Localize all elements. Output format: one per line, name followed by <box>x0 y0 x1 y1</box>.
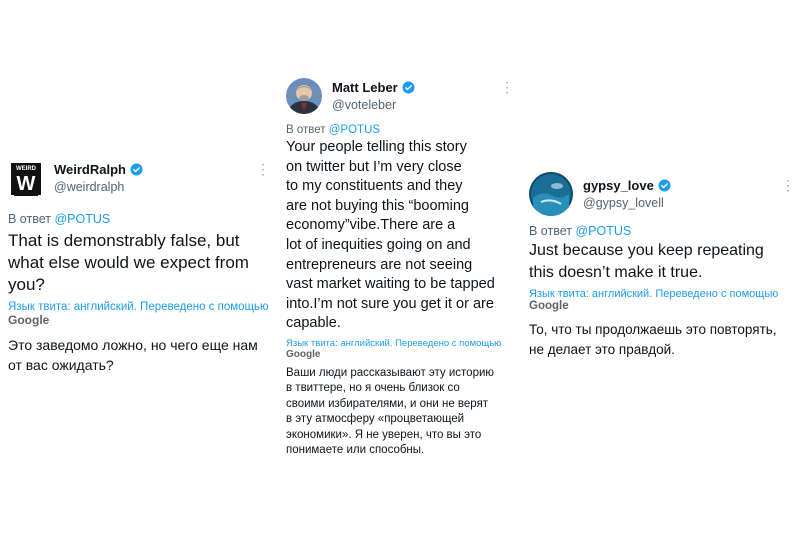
verified-badge-icon <box>130 163 143 176</box>
tweet-text: Your people telling this story on twitte… <box>286 138 514 334</box>
reply-context: В ответ @POTUS <box>529 224 795 238</box>
translation-line: экономики». Я не уверен, что вы это <box>286 428 482 441</box>
tweet-line: you? <box>8 275 45 294</box>
translation-line: не делает это правдой. <box>529 342 675 357</box>
verified-badge-icon <box>402 81 415 94</box>
tweet-line: That is demonstrably false, but <box>8 231 240 250</box>
tweet-line: entrepreneurs are not seeing <box>286 256 473 273</box>
translation-notice-label: Язык твита: английский. Переведено с пом… <box>8 301 269 313</box>
tweet-line: to my constituents and they <box>286 178 463 195</box>
reply-context: В ответ @POTUS <box>8 212 270 226</box>
avatar[interactable] <box>286 78 322 114</box>
translation-line: Это заведомо ложно, но чего еще нам <box>8 337 258 353</box>
tweet-header: gypsy_love @gypsy_lovell ⋮ <box>529 172 795 222</box>
tweet-header: WEIRD W WeirdRalph @weirdralph ⋮ <box>8 160 270 206</box>
reply-context: В ответ @POTUS <box>286 124 514 136</box>
tweet-line: capable. <box>286 315 341 332</box>
translation-notice[interactable]: Язык твита: английский. Переведено с пом… <box>529 288 795 300</box>
more-options-icon[interactable]: ⋮ <box>256 162 270 176</box>
author-names: WeirdRalph @weirdralph <box>54 162 143 194</box>
tweet-card-weirdralph: WEIRD W WeirdRalph @weirdralph ⋮ В ответ… <box>8 160 270 375</box>
tweet-line: vast market waiting to be tapped <box>286 276 495 293</box>
svg-text:WEIRD: WEIRD <box>16 166 37 172</box>
translation-line: понимаете или способны. <box>286 444 425 457</box>
translation-line: от вас ожидать? <box>8 357 114 373</box>
tweet-line: Just because you keep repeating <box>529 242 764 259</box>
translation-notice-label: Язык твита: английский. Переведено с пом… <box>286 337 502 349</box>
translation-line: в твиттере, но я очень близок со <box>286 382 460 395</box>
tweet-header: Matt Leber @voteleber ⋮ <box>286 78 514 124</box>
tweet-line: Your people telling this story <box>286 139 467 155</box>
profile-photo-icon <box>529 172 573 216</box>
profile-photo-icon <box>286 78 322 114</box>
author-handle[interactable]: @voteleber <box>332 98 415 112</box>
author-name[interactable]: Matt Leber <box>332 80 398 95</box>
reply-mention-link[interactable]: @POTUS <box>54 212 110 226</box>
reply-prefix: В ответ <box>8 212 51 226</box>
translation-notice[interactable]: Язык твита: английский. Переведено с пом… <box>8 301 270 313</box>
more-options-icon[interactable]: ⋮ <box>500 80 514 94</box>
tweet-line: this doesn’t make it true. <box>529 264 703 281</box>
google-logo: Google <box>286 348 321 360</box>
reply-mention-link[interactable]: @POTUS <box>329 124 380 136</box>
author-names: gypsy_love @gypsy_lovell <box>583 178 671 210</box>
translated-text: Ваши люди рассказывают эту историю в тви… <box>286 366 514 459</box>
reply-prefix: В ответ <box>286 124 326 136</box>
translation-line: То, что ты продолжаешь это повторять, <box>529 322 777 337</box>
weirdralph-logo-icon: WEIRD W <box>11 163 41 196</box>
tweet-line: are not buying this “booming <box>286 197 469 214</box>
translation-line: Ваши люди рассказывают эту историю <box>286 366 495 379</box>
google-logo: Google <box>8 313 50 327</box>
tweet-line: on twitter but I’m very close <box>286 158 462 175</box>
more-options-icon[interactable]: ⋮ <box>781 178 795 192</box>
google-logo: Google <box>529 300 569 312</box>
author-handle[interactable]: @gypsy_lovell <box>583 196 671 210</box>
tweet-text: That is demonstrably false, but what els… <box>8 230 270 296</box>
tweet-line: into.I’m not sure you get it or are <box>286 295 494 312</box>
reply-prefix: В ответ <box>529 224 572 238</box>
tweet-card-gypsylove: gypsy_love @gypsy_lovell ⋮ В ответ @POTU… <box>529 172 795 360</box>
author-names: Matt Leber @voteleber <box>332 80 415 112</box>
tweet-line: economy”vibe.There are a <box>286 217 456 234</box>
author-name[interactable]: WeirdRalph <box>54 162 126 177</box>
svg-text:W: W <box>17 173 36 195</box>
translated-text: Это заведомо ложно, но чего еще нам от в… <box>8 335 270 375</box>
author-handle[interactable]: @weirdralph <box>54 180 143 194</box>
translation-notice[interactable]: Язык твита: английский. Переведено с пом… <box>286 338 514 349</box>
tweet-card-mattleber: Matt Leber @voteleber ⋮ В ответ @POTUS Y… <box>286 78 514 459</box>
translated-text: То, что ты продолжаешь это повторять, не… <box>529 320 795 360</box>
tweet-text: Just because you keep repeating this doe… <box>529 240 795 284</box>
reply-mention-link[interactable]: @POTUS <box>575 224 631 238</box>
tweet-line: lot of inequities going on and <box>286 236 471 253</box>
author-name[interactable]: gypsy_love <box>583 178 654 193</box>
translation-line: своими избирателями, и они не верят <box>286 397 489 410</box>
verified-badge-icon <box>658 179 671 192</box>
translation-notice-label: Язык твита: английский. Переведено с пом… <box>529 288 779 300</box>
tweet-line: what else would we expect from <box>8 253 249 272</box>
translation-line: в эту атмосферу «процветающей <box>286 413 465 426</box>
avatar[interactable]: WEIRD W <box>8 160 44 196</box>
avatar[interactable] <box>529 172 573 216</box>
